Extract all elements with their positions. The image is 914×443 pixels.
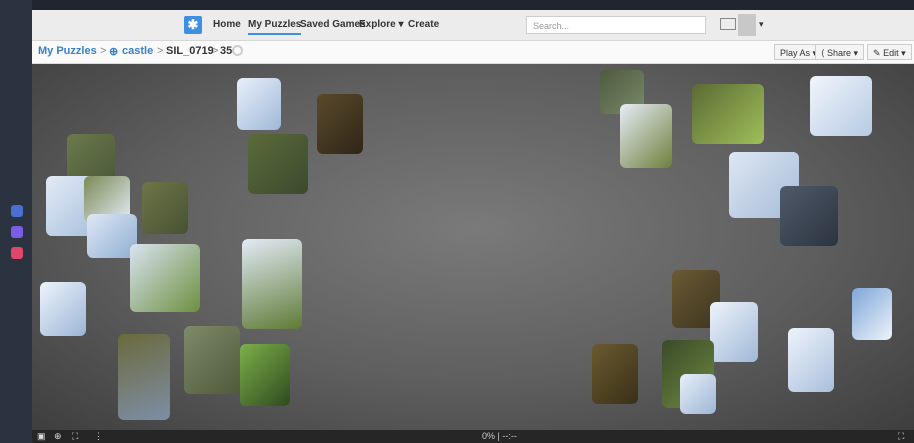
share-button[interactable]: ⟨ Share ▾ (815, 44, 865, 60)
puzzle-piece[interactable] (852, 288, 892, 340)
edit-icon: ✎ (873, 48, 881, 58)
nav-create[interactable]: Create (408, 19, 439, 30)
piece-icon (232, 45, 243, 56)
board-icon[interactable]: ▣ (37, 432, 46, 441)
puzzle-piece[interactable] (317, 94, 363, 154)
breadcrumb-castle[interactable]: castle (122, 45, 153, 57)
puzzle-piece[interactable] (810, 76, 872, 136)
bottom-toolbar: ▣ ⊕ ⛶ ⋮ 0% | --:-- ⛶ (32, 430, 914, 443)
edit-button[interactable]: ✎ Edit ▾ (867, 44, 912, 60)
nav-explore[interactable]: Explore ▾ (359, 19, 403, 30)
breadcrumb-my-puzzles[interactable]: My Puzzles (38, 45, 97, 57)
timer: --:-- (502, 431, 517, 441)
puzzle-piece[interactable] (40, 282, 86, 336)
puzzle-piece[interactable] (620, 104, 672, 168)
globe-icon: ⊕ (109, 46, 119, 58)
nav-my-puzzles[interactable]: My Puzzles (248, 19, 302, 35)
progress-separator: | (497, 431, 500, 441)
nav-home[interactable]: Home (213, 19, 241, 30)
puzzle-piece[interactable] (237, 78, 281, 130)
fit-icon[interactable]: ⛶ (72, 432, 78, 441)
puzzle-board[interactable] (32, 64, 914, 430)
puzzle-piece[interactable] (242, 239, 302, 329)
more-icon[interactable]: ⋮ (94, 432, 103, 441)
puzzle-piece[interactable] (184, 326, 240, 394)
progress-status: 0% | --:-- (482, 432, 517, 441)
fullscreen-icon[interactable]: ⛶ (898, 432, 904, 441)
puzzle-piece[interactable] (780, 186, 838, 246)
puzzle-piece[interactable] (142, 182, 188, 234)
breadcrumb: My Puzzles > ⊕ castle > SIL_0719 > 35 Pl… (32, 41, 914, 64)
puzzle-piece[interactable] (710, 302, 758, 362)
share-icon: ⟨ (821, 48, 825, 58)
search-input[interactable]: Search... (526, 16, 706, 34)
breadcrumb-separator: > (212, 45, 219, 57)
user-menu-caret[interactable]: ▾ (759, 19, 764, 30)
puzzle-piece[interactable] (592, 344, 638, 404)
breadcrumb-puzzle[interactable]: SIL_0719 (166, 45, 214, 57)
puzzle-piece[interactable] (788, 328, 834, 392)
app-a-icon[interactable] (11, 205, 23, 217)
breadcrumb-separator: > (157, 45, 164, 57)
puzzle-piece[interactable] (240, 344, 290, 406)
messenger-icon[interactable] (11, 226, 23, 238)
nav-saved-games[interactable]: Saved Games (300, 19, 366, 30)
puzzle-piece[interactable] (248, 134, 308, 194)
share-label: Share ▾ (827, 48, 859, 58)
progress-percent: 0% (482, 431, 496, 441)
left-dock (0, 0, 32, 443)
edit-label: Edit ▾ (883, 48, 906, 58)
mail-icon[interactable] (720, 18, 736, 30)
puzzle-piece[interactable] (692, 84, 764, 144)
browser-top-strip (32, 0, 914, 10)
avatar[interactable] (738, 14, 756, 36)
piece-count: 35 (220, 45, 233, 57)
breadcrumb-separator: > (100, 45, 107, 57)
puzzle-piece[interactable] (130, 244, 200, 312)
main-navbar: ✱ Home My Puzzles Saved Games Explore ▾ … (32, 10, 914, 41)
puzzle-piece[interactable] (680, 374, 716, 414)
puzzle-app-frame: ✱ Home My Puzzles Saved Games Explore ▾ … (32, 10, 914, 443)
zoom-icon[interactable]: ⊕ (54, 432, 62, 441)
instagram-icon[interactable] (11, 247, 23, 259)
puzzle-piece[interactable] (118, 334, 170, 420)
site-logo-icon[interactable]: ✱ (184, 16, 202, 34)
